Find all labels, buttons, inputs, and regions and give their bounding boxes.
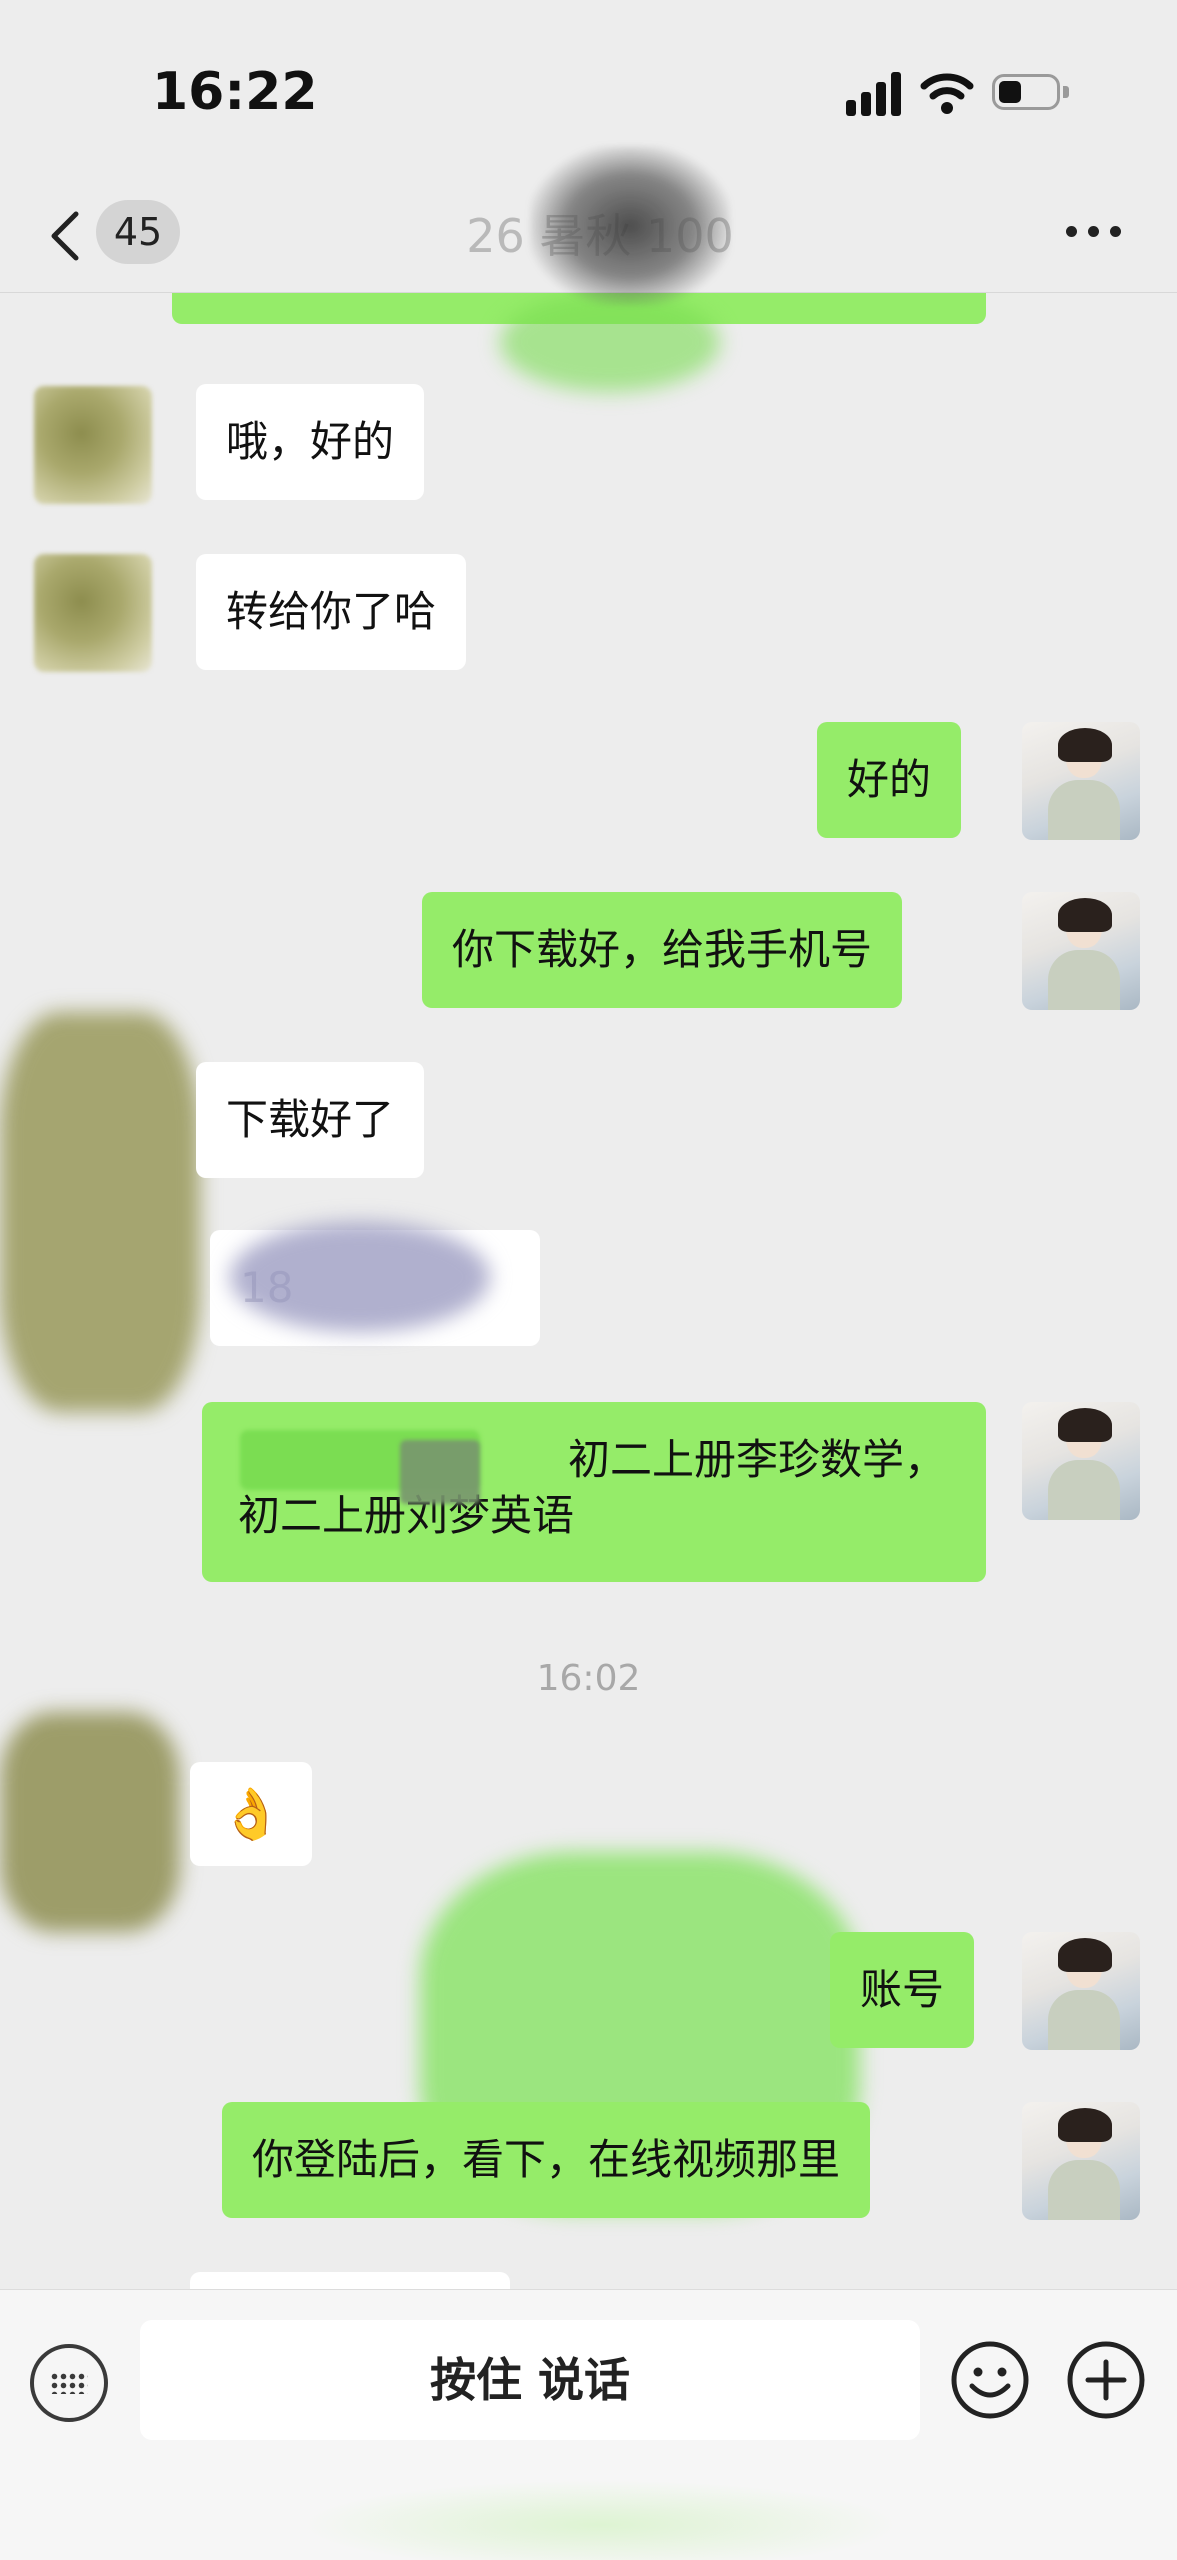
contact-avatar[interactable] [34, 386, 152, 504]
message-bubble[interactable]: 你登陆后，看下，在线视频那里 [222, 2102, 871, 2218]
my-avatar[interactable] [1022, 1932, 1140, 2050]
my-avatar[interactable] [1022, 2102, 1140, 2220]
message-bubble-partial[interactable] [190, 2272, 510, 2289]
nav-bar: 45 26 暑秋 100 [0, 146, 1177, 306]
time-divider: 16:02 [536, 1658, 641, 1699]
message-bubble[interactable]: 转给你了哈 [196, 554, 467, 670]
keyboard-icon[interactable] [30, 2344, 108, 2422]
back-chevron-icon[interactable] [46, 210, 86, 262]
redaction-scribble [0, 1012, 200, 1412]
message-list[interactable]: 哦，好的 转给你了哈 好的 你下载好，给我手机号 下载好了 18 初二上册李珍数… [0, 292, 1177, 2289]
message-bubble[interactable]: 👌 [190, 1762, 313, 1866]
redaction-scribble [230, 1222, 490, 1332]
home-indicator-area [300, 2480, 900, 2560]
unread-count-badge[interactable]: 45 [96, 200, 180, 264]
status-time: 16:22 [152, 62, 318, 122]
signal-icon [846, 72, 902, 116]
message-bubble[interactable]: 初二上册李珍数学， 初二上册刘梦英语 [202, 1402, 986, 1582]
redaction-scribble [500, 292, 720, 392]
input-bar: 按住 说话 [0, 2289, 1177, 2560]
message-bubble[interactable]: 下载好了 [196, 1062, 425, 1178]
message-bubble[interactable]: 哦，好的 [196, 384, 425, 500]
redaction-scribble [0, 1712, 180, 1932]
message-bubble[interactable]: 你下载好，给我手机号 [422, 892, 903, 1008]
emoji-icon[interactable] [950, 2340, 1030, 2420]
plus-icon[interactable] [1066, 2340, 1146, 2420]
wifi-icon [920, 73, 974, 114]
my-avatar[interactable] [1022, 892, 1140, 1010]
more-dots-icon[interactable] [1066, 226, 1126, 242]
redaction-scribble [530, 146, 730, 306]
my-avatar[interactable] [1022, 1402, 1140, 1520]
hold-to-talk-button[interactable]: 按住 说话 [140, 2320, 920, 2440]
redaction-scribble [400, 1440, 480, 1504]
contact-avatar[interactable] [34, 554, 152, 672]
chat-screen: 16:22 45 26 暑秋 100 [0, 0, 1177, 2560]
battery-icon [992, 74, 1072, 114]
message-line: 初二上册刘梦英语 [238, 1491, 575, 1540]
my-avatar[interactable] [1022, 722, 1140, 840]
message-bubble[interactable]: 账号 [830, 1932, 975, 2048]
message-bubble[interactable]: 好的 [817, 722, 962, 838]
